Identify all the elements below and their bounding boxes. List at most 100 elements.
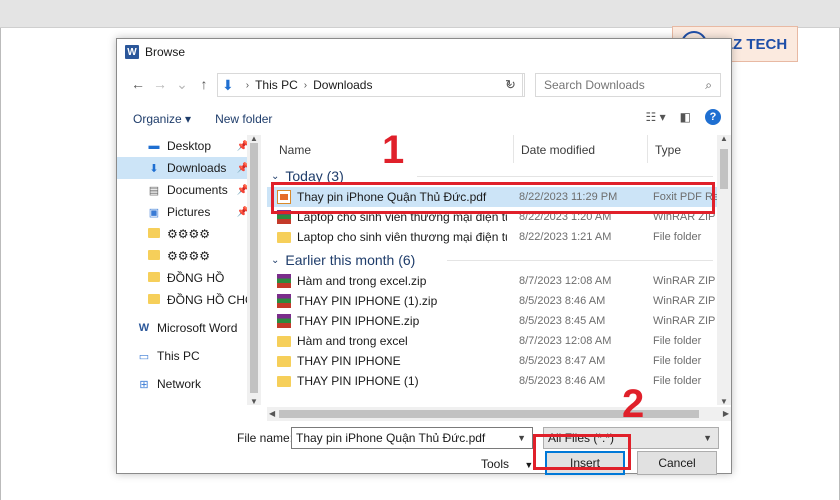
folder-icon xyxy=(147,293,161,307)
chevron-down-icon[interactable]: ▼ xyxy=(517,433,526,443)
breadcrumb-this-pc[interactable]: This PC xyxy=(255,78,298,92)
preview-pane-icon[interactable]: ◧ xyxy=(680,110,691,124)
scroll-right-icon[interactable]: ▶ xyxy=(723,409,729,418)
file-name: THAY PIN IPHONE (1).zip xyxy=(297,294,438,308)
tools-menu[interactable]: Tools ▼ xyxy=(481,457,533,471)
address-bar[interactable]: ⬇ › This PC › Downloads ⌄ xyxy=(217,73,523,97)
navigation-pane: ▬ Desktop 📌 ⬇ Downloads 📌 ▤ Documents 📌 … xyxy=(117,135,257,405)
sidebar-item-label: Documents xyxy=(167,183,228,197)
group-header-earlier-this-month[interactable]: ⌄ Earlier this month (6) xyxy=(267,249,717,271)
file-date: 8/5/2023 8:46 AM xyxy=(519,375,606,387)
file-type: WinRAR ZIP a xyxy=(653,275,717,287)
scroll-up-icon[interactable]: ▲ xyxy=(250,134,258,143)
word-icon: W xyxy=(138,322,150,334)
sidebar-item-documents[interactable]: ▤ Documents 📌 xyxy=(117,179,257,201)
folder-icon xyxy=(147,249,161,263)
column-headers: Name Date modified Type xyxy=(267,135,717,163)
navigation-bar: ← → ⌄ ↑ ⬇ › This PC › Downloads ⌄ ↻ ⌕ xyxy=(117,69,731,99)
chevron-down-icon[interactable]: ▼ xyxy=(703,433,712,443)
sidebar-item-network[interactable]: ⊞ Network xyxy=(117,373,257,395)
file-date: 8/5/2023 8:46 AM xyxy=(519,295,606,307)
sidebar-item-label: Downloads xyxy=(167,161,227,175)
up-arrow-icon[interactable]: ↑ xyxy=(193,76,215,92)
view-options-icon[interactable]: ☷ ▾ xyxy=(646,110,666,124)
search-icon[interactable]: ⌕ xyxy=(705,78,712,93)
file-type: WinRAR ZIP a xyxy=(653,315,717,327)
search-input[interactable] xyxy=(544,78,694,92)
sidebar-item-dong-ho-cho[interactable]: ĐỒNG HỒ CHO xyxy=(117,289,257,311)
horizontal-scrollbar[interactable]: ◀ ▶ xyxy=(267,407,731,421)
scrollbar-thumb[interactable] xyxy=(720,149,728,189)
file-name: THAY PIN IPHONE xyxy=(297,354,401,368)
top-strip xyxy=(0,0,840,28)
column-divider[interactable] xyxy=(647,135,648,163)
group-label: Earlier this month (6) xyxy=(285,252,416,268)
sidebar-item-label: Pictures xyxy=(167,205,211,219)
file-type: WinRAR ZIP a xyxy=(653,295,717,307)
column-divider[interactable] xyxy=(513,135,514,163)
sidebar-item-downloads[interactable]: ⬇ Downloads 📌 xyxy=(117,157,257,179)
sidebar-item-folder[interactable]: ⚙⚙⚙⚙ xyxy=(117,245,257,267)
file-row[interactable]: THAY PIN IPHONE (1) 8/5/2023 8:46 AM Fil… xyxy=(267,371,717,391)
file-row[interactable]: Laptop cho sinh viên thương mại điện tử … xyxy=(267,227,717,247)
sidebar-item-label: ĐỒNG HỒ CHO xyxy=(167,293,255,307)
search-box[interactable]: ⌕ xyxy=(535,73,721,97)
scroll-up-icon[interactable]: ▲ xyxy=(720,134,728,143)
back-arrow-icon[interactable]: ← xyxy=(127,76,149,92)
file-list-scrollbar[interactable]: ▲ ▼ xyxy=(717,134,731,406)
sidebar-item-this-pc[interactable]: ▭ This PC xyxy=(117,345,257,367)
file-row[interactable]: THAY PIN IPHONE (1).zip 8/5/2023 8:46 AM… xyxy=(267,291,717,311)
file-row[interactable]: Hàm and trong excel.zip 8/7/2023 12:08 A… xyxy=(267,271,717,291)
file-date: 8/7/2023 12:08 AM xyxy=(519,275,612,287)
file-type: File folder xyxy=(653,375,702,387)
sidebar-item-label: This PC xyxy=(157,349,200,363)
breadcrumb-downloads[interactable]: Downloads xyxy=(313,78,372,92)
file-name-value: Thay pin iPhone Quận Thủ Đức.pdf xyxy=(296,431,486,445)
scroll-down-icon[interactable]: ▼ xyxy=(720,397,728,406)
file-row[interactable]: Hàm and trong excel 8/7/2023 12:08 AM Fi… xyxy=(267,331,717,351)
folder-icon xyxy=(277,355,291,367)
zip-file-icon xyxy=(277,314,291,328)
sidebar-item-label: ⚙⚙⚙⚙ xyxy=(167,249,211,263)
column-type[interactable]: Type xyxy=(655,143,681,157)
file-row[interactable]: THAY PIN IPHONE.zip 8/5/2023 8:45 AM Win… xyxy=(267,311,717,331)
column-name[interactable]: Name xyxy=(279,143,311,157)
folder-icon xyxy=(277,231,291,243)
tools-label: Tools xyxy=(481,457,510,471)
file-date: 8/5/2023 8:45 AM xyxy=(519,315,606,327)
collapse-chevron-icon[interactable]: ⌄ xyxy=(271,255,279,266)
file-list: Name Date modified Type ⌄ Today (3) Thay… xyxy=(267,135,717,405)
breadcrumb-separator-icon: › xyxy=(303,79,308,91)
navigation-scrollbar[interactable]: ▲ ▼ xyxy=(247,134,261,406)
command-bar: Organize ▾ New folder ☷ ▾ ◧ ? xyxy=(117,105,731,133)
organize-button[interactable]: Organize ▾ xyxy=(133,112,191,126)
documents-icon: ▤ xyxy=(148,184,160,197)
column-date-modified[interactable]: Date modified xyxy=(521,143,595,157)
chevron-down-icon: ▼ xyxy=(524,460,534,470)
sidebar-item-label: ĐỒNG HỒ xyxy=(167,271,225,285)
title-bar: W Browse xyxy=(117,39,731,65)
sidebar-item-microsoft-word[interactable]: W Microsoft Word xyxy=(117,317,257,339)
sidebar-item-pictures[interactable]: ▣ Pictures 📌 xyxy=(117,201,257,223)
file-name: Hàm and trong excel xyxy=(297,334,408,348)
cancel-button[interactable]: Cancel xyxy=(637,451,717,475)
file-name: Laptop cho sinh viên thương mại điện tử xyxy=(297,230,507,244)
scroll-down-icon[interactable]: ▼ xyxy=(250,397,258,406)
computer-icon: ▭ xyxy=(138,350,150,363)
new-folder-button[interactable]: New folder xyxy=(215,112,272,126)
recent-locations-chevron-icon[interactable]: ⌄ xyxy=(171,76,193,93)
sidebar-item-folder[interactable]: ⚙⚙⚙⚙ xyxy=(117,223,257,245)
scroll-left-icon[interactable]: ◀ xyxy=(269,409,275,418)
sidebar-item-desktop[interactable]: ▬ Desktop 📌 xyxy=(117,135,257,157)
scrollbar-thumb[interactable] xyxy=(250,143,258,393)
word-icon: W xyxy=(125,45,139,59)
file-row[interactable]: THAY PIN IPHONE 8/5/2023 8:47 AM File fo… xyxy=(267,351,717,371)
sidebar-item-dong-ho[interactable]: ĐỒNG HỒ xyxy=(117,267,257,289)
refresh-button[interactable]: ↻ xyxy=(497,73,525,97)
collapse-chevron-icon[interactable]: ⌄ xyxy=(271,171,279,182)
help-icon[interactable]: ? xyxy=(705,109,721,125)
breadcrumb-separator-icon: › xyxy=(245,79,250,91)
file-name-field[interactable]: Thay pin iPhone Quận Thủ Đức.pdf ▼ xyxy=(291,427,533,449)
forward-arrow-icon[interactable]: → xyxy=(149,76,171,92)
file-date: 8/7/2023 12:08 AM xyxy=(519,335,612,347)
